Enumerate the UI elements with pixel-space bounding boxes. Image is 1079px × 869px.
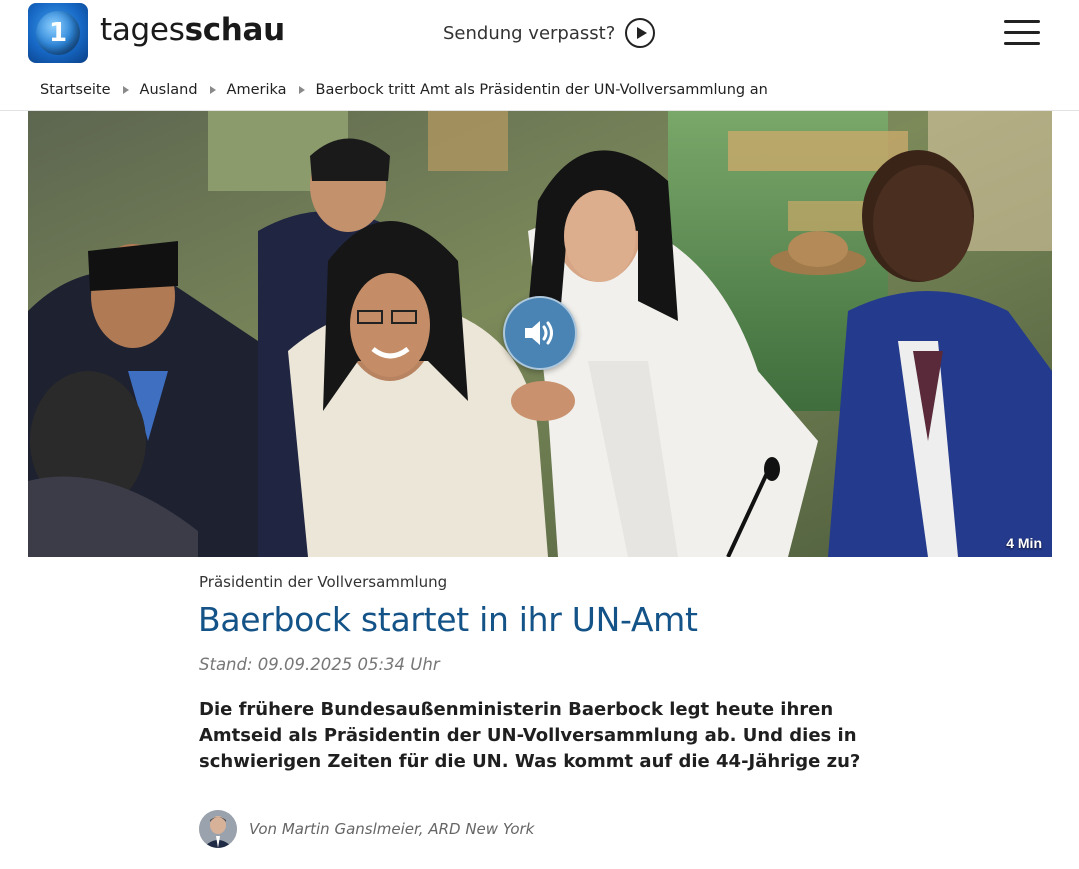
audio-duration-badge: 4 Min: [1006, 535, 1042, 551]
article-topline: Präsidentin der Vollversammlung: [199, 573, 448, 591]
brand-bold: schau: [184, 12, 286, 48]
brand-wordmark[interactable]: tagesschau: [100, 12, 285, 48]
site-header: 1 tagesschau Sendung verpasst?: [0, 0, 1079, 70]
audio-play-button[interactable]: [503, 296, 577, 370]
play-circle-icon: [625, 18, 656, 48]
article-headline: Baerbock startet in ihr UN-Amt: [198, 600, 698, 639]
hamburger-menu-icon[interactable]: [1004, 20, 1040, 46]
author-avatar: [199, 810, 237, 848]
article-teaser: Die frühere Bundesaußenministerin Baerbo…: [199, 699, 861, 772]
article-timestamp: Stand: 09.09.2025 05:34 Uhr: [199, 655, 440, 674]
author-byline[interactable]: Von Martin Ganslmeier, ARD New York: [199, 810, 534, 848]
breadcrumb-item-ausland[interactable]: Ausland: [140, 82, 198, 98]
breadcrumb-item-amerika[interactable]: Amerika: [227, 82, 287, 98]
missed-broadcast-label: Sendung verpasst?: [443, 22, 616, 44]
brand-light: tages: [100, 12, 185, 48]
triangle-right-icon: [298, 86, 305, 94]
breadcrumb-item-startseite[interactable]: Startseite: [40, 82, 111, 98]
tagesschau-logo-icon[interactable]: 1: [28, 3, 88, 63]
author-name: Von Martin Ganslmeier, ARD New York: [249, 820, 535, 838]
breadcrumb: Startseite Ausland Amerika Baerbock trit…: [40, 82, 768, 98]
hero-image[interactable]: 4 Min: [28, 111, 1052, 557]
triangle-right-icon: [122, 86, 129, 94]
speaker-icon: [525, 321, 553, 345]
breadcrumb-item-current: Baerbock tritt Amt als Präsidentin der U…: [315, 82, 768, 98]
triangle-right-icon: [209, 86, 216, 94]
missed-broadcast-link[interactable]: Sendung verpasst?: [443, 18, 656, 48]
